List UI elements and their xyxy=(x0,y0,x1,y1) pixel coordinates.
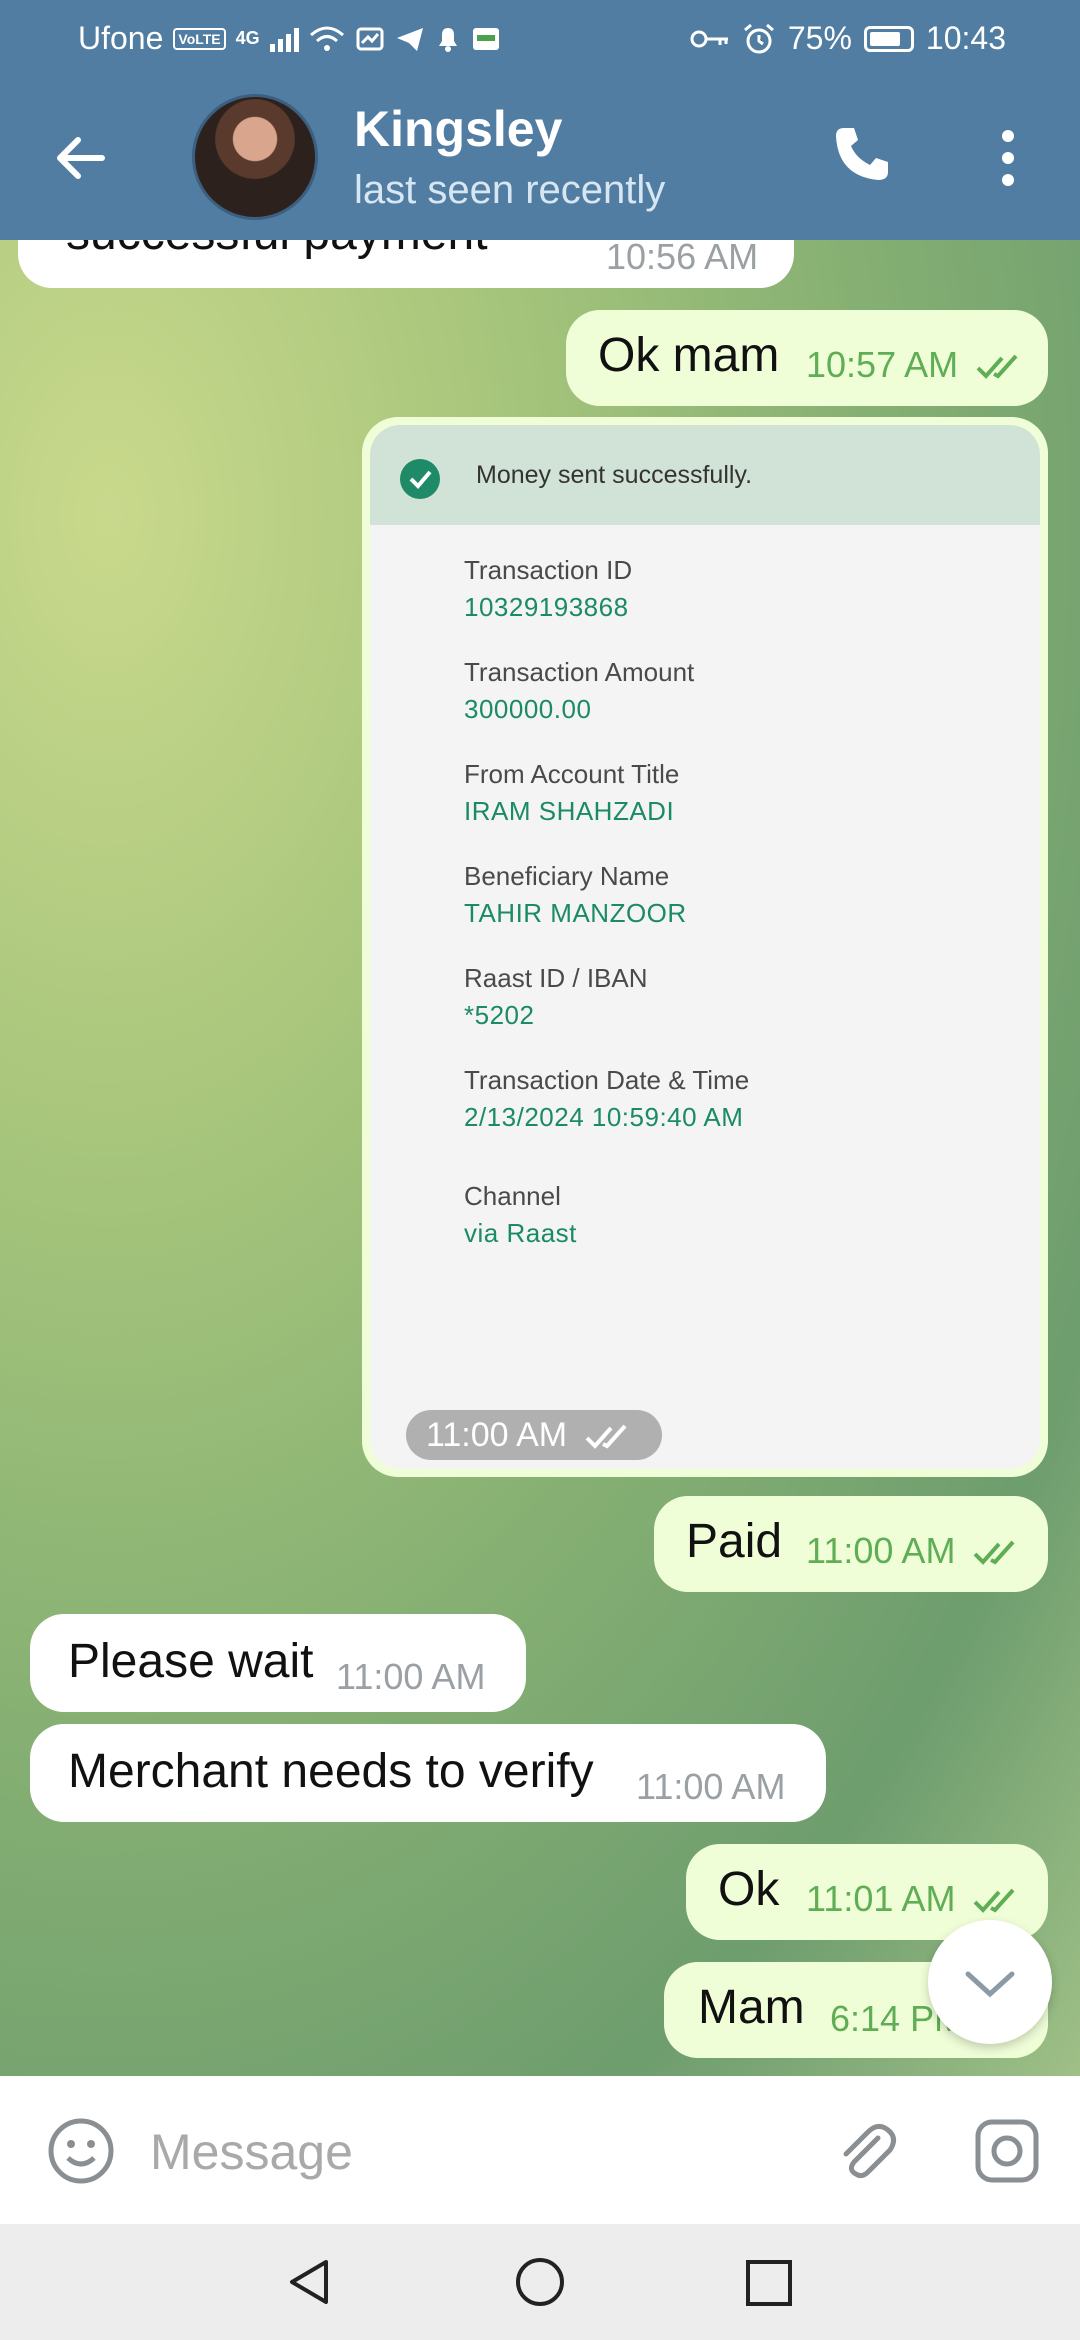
chat-header: Ufone VoLTE 4G 75% 10:43 Kingsley last s… xyxy=(0,0,1080,240)
field-label: Raast ID / IBAN xyxy=(464,963,648,993)
key-icon xyxy=(690,30,728,47)
contact-name[interactable]: Kingsley xyxy=(354,100,562,158)
field-value: 2/13/2024 10:59:40 AM xyxy=(464,1102,744,1132)
receipt-image-message[interactable]: Money sent successfully. Transaction ID … xyxy=(362,417,1048,1477)
nav-recents-icon[interactable] xyxy=(744,2254,794,2310)
back-arrow-icon[interactable] xyxy=(50,128,110,188)
receipt-field: From Account Title IRAM SHAHZADI xyxy=(464,759,679,827)
message-outgoing[interactable]: Paid 11:00 AM xyxy=(654,1496,1048,1592)
message-time: 11:00 AM xyxy=(636,1766,786,1807)
double-check-icon xyxy=(974,1541,1015,1566)
receipt-field: Transaction Amount 300000.00 xyxy=(464,657,694,725)
message-time: 11:01 AM xyxy=(806,1878,1025,1920)
receipt-time-text: 11:00 AM xyxy=(426,1416,568,1454)
status-bar: Ufone VoLTE 4G 75% 10:43 xyxy=(0,0,1080,78)
message-time: 11:00 AM xyxy=(806,1530,1025,1572)
signal-icon xyxy=(269,26,299,52)
message-text: successful payment xyxy=(66,240,488,261)
receipt-field: Raast ID / IBAN *5202 xyxy=(464,963,648,1031)
nav-back-icon[interactable] xyxy=(282,2254,338,2310)
message-time-text: 11:00 AM xyxy=(806,1530,956,1571)
receipt-field: Beneficiary Name TAHIR MANZOOR xyxy=(464,861,687,929)
message-time-text: 10:57 AM xyxy=(806,344,959,385)
bell-icon xyxy=(438,27,457,52)
double-check-icon xyxy=(976,355,1018,380)
field-value: via Raast xyxy=(464,1218,577,1248)
message-text: Paid xyxy=(686,1515,783,1568)
battery-icon xyxy=(863,25,914,52)
field-label: Channel xyxy=(464,1181,561,1211)
double-check-icon xyxy=(974,1889,1015,1914)
field-label: From Account Title xyxy=(464,759,680,789)
field-label: Transaction Amount xyxy=(464,657,695,687)
field-value: TAHIR MANZOOR xyxy=(464,898,687,928)
phone-icon[interactable] xyxy=(830,122,894,186)
message-incoming[interactable]: Please wait 11:00 AM xyxy=(30,1614,526,1712)
field-label: Transaction Date & Time xyxy=(464,1065,750,1095)
message-text: Please wait xyxy=(68,1635,314,1688)
wifi-icon xyxy=(309,26,344,51)
message-text: Mam xyxy=(698,1981,805,2034)
check-circle-icon xyxy=(400,459,440,499)
system-nav-bar xyxy=(0,2224,1080,2340)
receipt-field: Transaction Date & Time 2/13/2024 10:59:… xyxy=(464,1065,749,1133)
attach-icon[interactable] xyxy=(830,2116,900,2186)
clock: 10:43 xyxy=(925,20,1006,56)
field-value: IRAM SHAHZADI xyxy=(464,796,675,826)
app-badge-icon xyxy=(472,27,499,50)
field-label: Transaction ID xyxy=(464,555,633,585)
message-time: 10:57 AM xyxy=(806,344,1028,386)
receipt-card: Money sent successfully. Transaction ID … xyxy=(370,425,1040,1469)
message-text: Ok mam xyxy=(598,329,780,382)
emoji-icon[interactable] xyxy=(46,2116,116,2186)
message-time-text: 11:01 AM xyxy=(806,1878,956,1919)
message-text: Merchant needs to verify xyxy=(68,1745,594,1798)
network-type: 4G xyxy=(235,28,260,48)
receipt-header-text: Money sent successfully. xyxy=(476,461,753,489)
chat-area[interactable]: successful payment 10:56 AM Ok mam 10:57… xyxy=(0,240,1080,2076)
message-incoming[interactable]: Merchant needs to verify 11:00 AM xyxy=(30,1724,826,1822)
nav-home-icon[interactable] xyxy=(512,2254,568,2310)
field-value: 10329193868 xyxy=(464,592,629,622)
message-composer xyxy=(0,2076,1080,2224)
camera-icon[interactable] xyxy=(972,2116,1042,2186)
more-vert-icon[interactable] xyxy=(994,128,1022,188)
field-label: Beneficiary Name xyxy=(464,861,670,891)
volte-badge: VoLTE xyxy=(173,27,226,50)
receipt-time-badge: 11:00 AM xyxy=(406,1410,662,1460)
receipt-field: Channel via Raast xyxy=(464,1181,577,1249)
message-incoming[interactable]: successful payment 10:56 AM xyxy=(18,240,794,288)
message-input[interactable] xyxy=(150,2114,770,2190)
message-time: 11:00 AM xyxy=(336,1656,486,1697)
avatar[interactable] xyxy=(192,94,318,220)
notification-icon xyxy=(356,27,384,50)
carrier-label: Ufone xyxy=(78,20,164,56)
alarm-icon xyxy=(743,23,774,53)
telegram-icon xyxy=(396,27,423,51)
message-time: 10:56 AM xyxy=(606,240,759,277)
double-check-icon xyxy=(585,1424,627,1449)
field-value: *5202 xyxy=(464,1000,535,1030)
receipt-header: Money sent successfully. xyxy=(370,425,1040,525)
receipt-field: Transaction ID 10329193868 xyxy=(464,555,632,623)
chevron-down-icon xyxy=(965,1971,1015,1998)
battery-percent: 75% xyxy=(787,20,852,56)
message-text: Ok xyxy=(718,1863,780,1916)
message-outgoing[interactable]: Ok mam 10:57 AM xyxy=(566,310,1048,406)
last-seen-status: last seen recently xyxy=(354,168,666,212)
field-value: 300000.00 xyxy=(464,694,592,724)
scroll-down-button[interactable] xyxy=(928,1920,1052,2044)
